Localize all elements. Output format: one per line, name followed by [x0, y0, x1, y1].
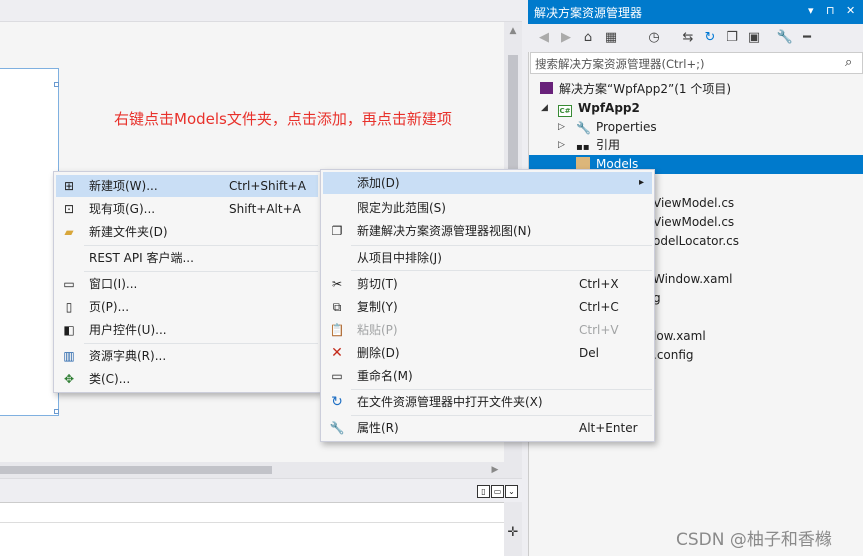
context-menu: 添加(D) ▸ 限定为此范围(S) ❐ 新建解决方案资源管理器视图(N) 从项目… [320, 169, 655, 442]
search-icon[interactable]: ⌕ [845, 55, 852, 70]
resize-handle[interactable] [54, 82, 59, 87]
tree-item-partial[interactable]: low.xaml [653, 327, 706, 346]
resource-dictionary-icon: ▥ [63, 349, 75, 363]
add-submenu: ⊞ 新建项(W)... Ctrl+Shift+A ⊡ 现有项(G)... Shi… [53, 171, 321, 393]
expand-arrow-icon[interactable]: ▷ [558, 118, 565, 137]
pin-icon[interactable]: ━ [798, 29, 816, 47]
menu-separator [351, 389, 652, 390]
paste-icon: 📋 [329, 323, 345, 337]
csharp-project-icon: C# [558, 105, 572, 117]
back-icon[interactable]: ◀ [535, 29, 553, 47]
vertical-split-icon[interactable]: ▯ [477, 485, 490, 498]
existing-item-icon: ⊡ [63, 202, 75, 216]
collapse-icon[interactable]: ❐ [723, 29, 741, 47]
menu-separator [351, 415, 652, 416]
submenu-arrow-icon: ▸ [639, 177, 645, 188]
menu-item-copy[interactable]: ⧉ 复制(Y) Ctrl+C [323, 296, 652, 318]
tree-item-partial[interactable]: Window.xaml [653, 270, 733, 289]
resize-handle[interactable] [54, 409, 59, 414]
menu-item-properties[interactable]: 🔧 属性(R) Alt+Enter [323, 417, 652, 439]
refresh-icon[interactable]: ↻ [701, 29, 719, 47]
design-canvas-window[interactable] [0, 68, 59, 416]
menu-item-new-folder[interactable]: ▰ 新建文件夹(D) [56, 221, 318, 243]
tree-item-partial[interactable]: ViewModel.cs [653, 213, 734, 232]
menu-item-paste: 📋 粘贴(P) Ctrl+V [329, 323, 619, 337]
pin-icon[interactable]: ⊓ [826, 4, 835, 17]
menu-item-page[interactable]: ▯ 页(P)... [56, 296, 318, 318]
tree-item-solution[interactable]: 解决方案“WpfApp2”(1 个项目) [540, 80, 731, 99]
menu-separator [84, 343, 318, 344]
new-item-icon: ⊞ [63, 179, 75, 193]
switch-views-icon[interactable]: ▦ [602, 29, 620, 47]
folder-icon [576, 157, 590, 169]
class-icon: ✥ [63, 372, 75, 386]
menu-separator [351, 270, 652, 271]
menu-item-window[interactable]: ▭ 窗口(I)... [56, 273, 318, 295]
menu-item-new-explorer-view[interactable]: ❐ 新建解决方案资源管理器视图(N) [323, 220, 652, 242]
expand-arrow-icon[interactable]: ◢ [541, 99, 548, 118]
show-all-icon[interactable]: ▣ [745, 29, 763, 47]
forward-icon[interactable]: ▶ [557, 29, 575, 47]
dropdown-icon[interactable]: ▾ [808, 4, 814, 17]
horizontal-split-icon[interactable]: ▭ [491, 485, 504, 498]
menu-item-existing-item[interactable]: ⊡ 现有项(G)... Shift+Alt+A [56, 198, 318, 220]
scroll-up-icon[interactable]: ▲ [506, 24, 520, 38]
menu-item-user-control[interactable]: ◧ 用户控件(U)... [56, 319, 318, 341]
expand-arrow-icon[interactable]: ▷ [558, 136, 565, 155]
solution-search-input[interactable]: 搜索解决方案资源管理器(Ctrl+;) [530, 52, 863, 74]
menu-item-rename[interactable]: ▭ 重命名(M) [323, 365, 652, 387]
menu-separator [84, 245, 318, 246]
home-icon[interactable]: ⌂ [579, 29, 597, 47]
tree-item-properties[interactable]: 🔧 Properties [576, 118, 657, 137]
tree-item-partial[interactable]: odelLocator.cs [653, 232, 739, 251]
wrench-icon: 🔧 [329, 421, 345, 435]
new-view-icon: ❐ [331, 224, 343, 238]
new-folder-icon: ▰ [64, 225, 74, 239]
tree-item-references[interactable]: ▪▪ 引用 [576, 136, 620, 155]
menu-item-delete[interactable]: ✕ 删除(D) Del [323, 342, 652, 364]
delete-icon: ✕ [331, 345, 343, 361]
menu-separator [84, 271, 318, 272]
xaml-editor-pane[interactable] [0, 502, 522, 556]
rename-icon: ▭ [331, 369, 343, 383]
menu-item-new-item[interactable]: ⊞ 新建项(W)... Ctrl+Shift+A [56, 175, 318, 197]
user-control-icon: ◧ [63, 323, 75, 337]
watermark: CSDN @柚子和香橼 [676, 530, 832, 550]
copy-icon: ⧉ [332, 300, 342, 314]
solution-icon [540, 82, 553, 94]
window-icon: ▭ [63, 277, 75, 291]
scroll-right-icon[interactable]: ▶ [488, 462, 502, 478]
collapse-pane-icon[interactable]: ⌄ [505, 485, 518, 498]
tree-item-partial[interactable]: ViewModel.cs [653, 194, 734, 213]
xaml-editor-divider [0, 522, 522, 523]
wrench-icon: 🔧 [576, 121, 591, 135]
open-folder-arrow-icon: ↻ [331, 394, 343, 410]
designer-horizontal-scroll-thumb[interactable] [0, 466, 272, 474]
menu-item-exclude[interactable]: 从项目中排除(J) [323, 247, 652, 269]
scissors-icon: ✂ [331, 277, 343, 291]
close-icon[interactable]: ✕ [846, 4, 855, 17]
page-icon: ▯ [65, 300, 73, 314]
split-plus-icon[interactable]: ✛ [506, 526, 520, 540]
annotation-text: 右键点击Models文件夹，点击添加，再点击新建项 [114, 110, 452, 128]
tree-item-partial[interactable]: .config [653, 346, 694, 365]
sync-icon[interactable]: ⇆ [679, 29, 697, 47]
properties-icon[interactable]: 🔧 [776, 29, 794, 47]
menu-item-scope-to-this[interactable]: 限定为此范围(S) [323, 197, 652, 219]
designer-top-strip [0, 0, 522, 22]
tree-item-project[interactable]: C# WpfApp2 [558, 99, 640, 118]
history-icon[interactable]: ◷ [645, 29, 663, 47]
references-icon: ▪▪ [576, 142, 590, 153]
menu-item-class[interactable]: ✥ 类(C)... [56, 368, 318, 390]
split-view-bar [0, 478, 522, 500]
menu-item-rest-api[interactable]: REST API 客户端... [56, 247, 318, 269]
menu-separator [351, 245, 652, 246]
menu-item-add[interactable]: 添加(D) ▸ [323, 172, 652, 194]
menu-item-resource-dictionary[interactable]: ▥ 资源字典(R)... [56, 345, 318, 367]
menu-item-cut[interactable]: ✂ 剪切(T) Ctrl+X [323, 273, 652, 295]
menu-item-open-folder[interactable]: ↻ 在文件资源管理器中打开文件夹(X) [323, 391, 652, 413]
